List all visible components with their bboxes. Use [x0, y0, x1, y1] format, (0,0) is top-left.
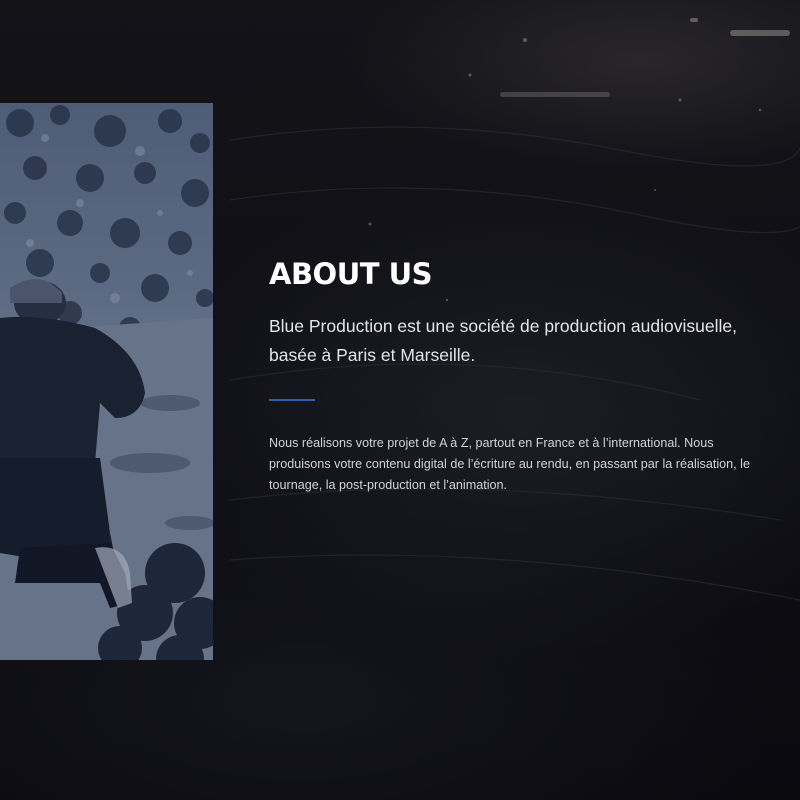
about-title: ABOUT US — [269, 257, 433, 291]
accent-divider — [269, 399, 315, 401]
team-photo — [0, 103, 213, 660]
about-body-text: Nous réalisons votre projet de A à Z, pa… — [269, 436, 750, 492]
about-lead-text: Blue Production est une société de produ… — [269, 316, 737, 365]
about-content: ABOUT US Blue Production est une société… — [269, 252, 769, 496]
about-section: ABOUT US Blue Production est une société… — [0, 0, 800, 800]
